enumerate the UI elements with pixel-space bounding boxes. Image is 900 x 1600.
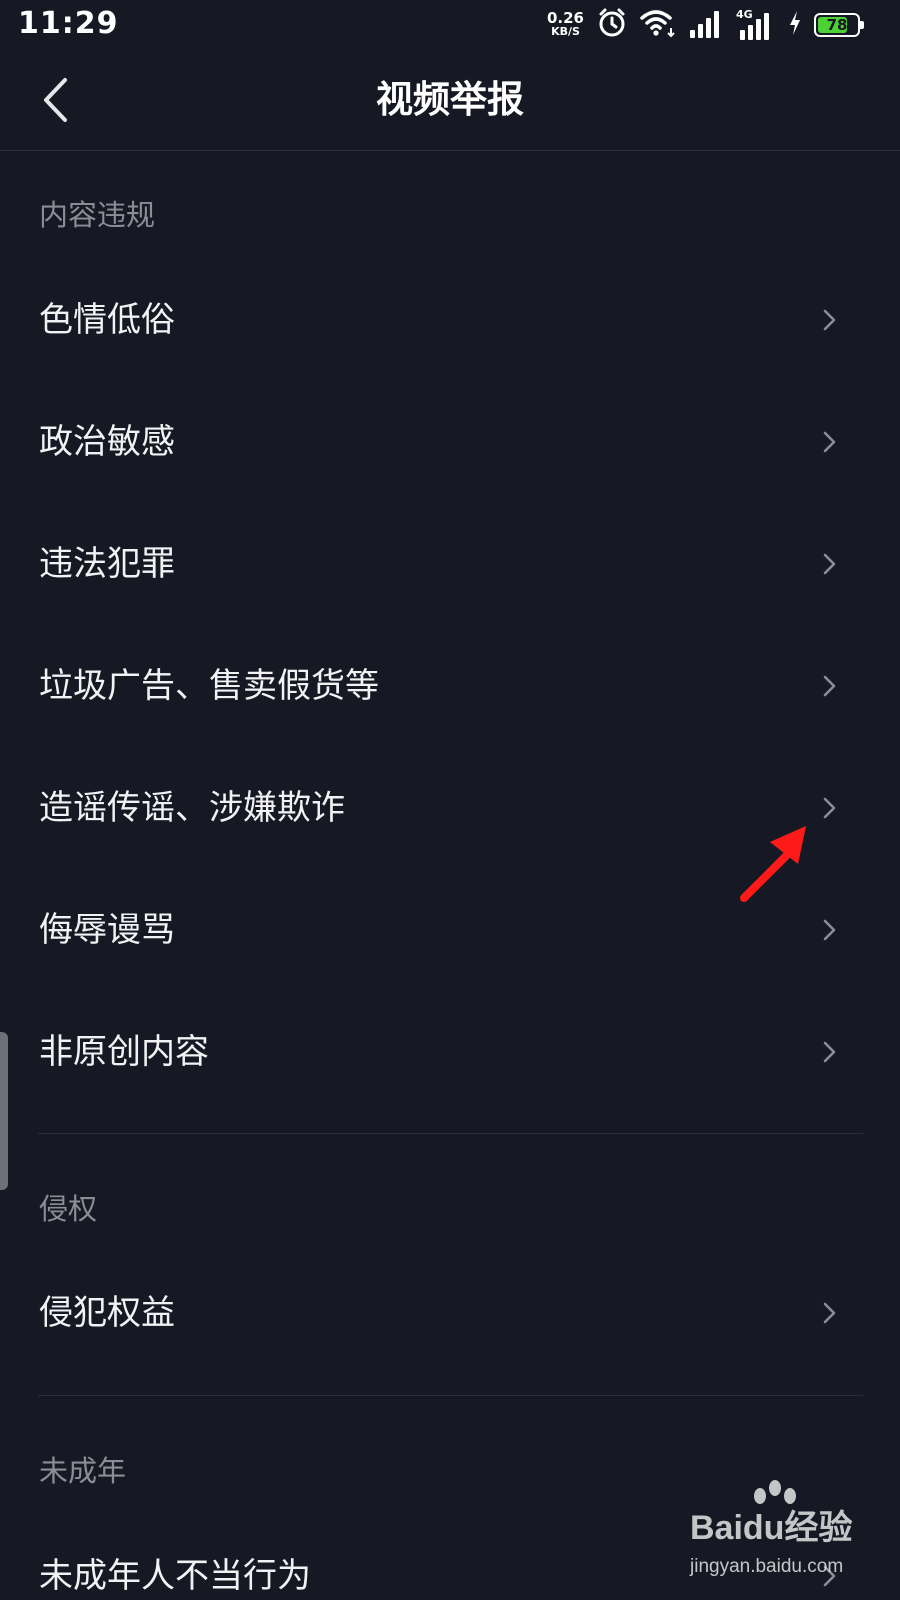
report-item-label: 造谣传谣、涉嫌欺诈 xyxy=(39,788,345,828)
report-item-illegal[interactable]: 违法犯罪 xyxy=(0,503,900,625)
chevron-right-icon xyxy=(823,675,836,697)
report-item-label: 违法犯罪 xyxy=(39,544,175,584)
report-item-label: 侵犯权益 xyxy=(39,1293,175,1333)
report-item-label: 未成年人不当行为 xyxy=(39,1556,311,1596)
chevron-right-icon xyxy=(823,919,836,941)
watermark: Baidu经验 jingyan.baidu.com xyxy=(690,1480,865,1585)
net-speed-unit: KB/S xyxy=(551,25,580,38)
charging-icon xyxy=(788,10,802,40)
signal-icon xyxy=(688,8,724,42)
alarm-icon xyxy=(596,7,628,43)
scroll-indicator[interactable] xyxy=(0,1032,8,1190)
section-divider xyxy=(38,1395,863,1396)
net-speed-value: 0.26 xyxy=(546,9,584,27)
section-label-minor: 未成年 xyxy=(39,1454,127,1488)
section-label-content-violation: 内容违规 xyxy=(39,198,156,232)
status-bar: 11:29 0.26 KB/S 4G 78 xyxy=(0,0,900,50)
annotation-arrow-icon xyxy=(740,826,806,902)
report-item-spam[interactable]: 垃圾广告、售卖假货等 xyxy=(0,625,900,747)
battery-icon: 78 xyxy=(814,13,864,37)
report-item-label: 色情低俗 xyxy=(39,300,175,340)
report-item-political[interactable]: 政治敏感 xyxy=(0,381,900,503)
chevron-right-icon xyxy=(823,553,836,575)
chevron-right-icon xyxy=(823,1041,836,1063)
battery-level: 78 xyxy=(826,16,848,34)
report-item-label: 政治敏感 xyxy=(39,422,175,462)
status-time: 11:29 xyxy=(18,6,119,41)
section-label-infringement: 侵权 xyxy=(39,1192,98,1226)
report-item-vulgar[interactable]: 色情低俗 xyxy=(0,259,900,381)
status-icons: 0.26 KB/S 4G 78 xyxy=(546,7,864,43)
page-title: 视频举报 xyxy=(376,78,524,121)
chevron-right-icon xyxy=(823,797,836,819)
network-label: 4G xyxy=(736,8,753,21)
nav-header: 视频举报 xyxy=(0,50,900,151)
report-item-rights[interactable]: 侵犯权益 xyxy=(0,1252,900,1374)
chevron-right-icon xyxy=(823,431,836,453)
chevron-right-icon xyxy=(823,1302,836,1324)
report-item-label: 垃圾广告、售卖假货等 xyxy=(39,666,379,706)
section-divider xyxy=(38,1133,863,1134)
watermark-brand: Baidu经验 xyxy=(690,1509,853,1547)
chevron-right-icon xyxy=(823,309,836,331)
signal-4g-icon: 4G xyxy=(736,8,776,40)
report-item-non-original[interactable]: 非原创内容 xyxy=(0,991,900,1113)
wifi-icon xyxy=(640,8,676,42)
net-speed: 0.26 KB/S xyxy=(546,9,584,39)
report-item-label: 非原创内容 xyxy=(39,1032,209,1072)
watermark-url: jingyan.baidu.com xyxy=(690,1556,844,1577)
report-item-label: 侮辱谩骂 xyxy=(39,910,175,950)
